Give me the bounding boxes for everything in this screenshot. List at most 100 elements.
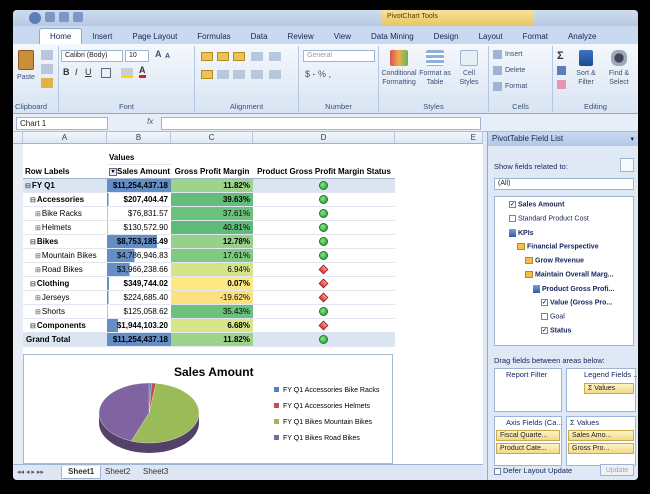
row-label[interactable]: ⊞Helmets (23, 221, 107, 235)
name-box[interactable]: Chart 1 (16, 117, 108, 130)
sales-amount-cell[interactable]: $76,831.57 (107, 207, 171, 221)
kpi-status-cell[interactable] (253, 207, 395, 221)
cut-icon[interactable] (41, 50, 53, 60)
sales-amount-cell[interactable]: $125,058.62 (107, 305, 171, 319)
sales-amount-cell[interactable]: $224,685.40 (107, 291, 171, 305)
sales-amount-cell[interactable]: $3,966,238.66 (107, 263, 171, 277)
sheet-tab-2[interactable]: Sheet2 (99, 466, 136, 479)
expand-icon[interactable]: ⊞ (35, 253, 41, 260)
tab-data-mining[interactable]: Data Mining (361, 29, 424, 44)
legend-item[interactable]: FY Q1 Bikes Road Bikes (274, 435, 379, 442)
gross-profit-margin-cell[interactable]: 6.68% (171, 319, 253, 333)
paste-button[interactable]: Paste (15, 50, 37, 82)
gross-profit-margin-cell[interactable]: 11.82% (171, 179, 253, 193)
expand-icon[interactable]: ⊞ (35, 211, 41, 218)
font-size-select[interactable]: 10 (125, 50, 149, 62)
sheet-tab-3[interactable]: Sheet3 (137, 466, 174, 479)
checkbox-icon[interactable] (541, 313, 548, 320)
sales-amount-cell[interactable]: $8,753,185.49 (107, 235, 171, 249)
kpi-status-cell[interactable] (253, 249, 395, 263)
grow-font-icon[interactable]: A (155, 50, 162, 59)
tab-page-layout[interactable]: Page Layout (122, 29, 187, 44)
expand-icon[interactable]: ⊞ (35, 295, 41, 302)
italic-button[interactable]: I (75, 68, 78, 77)
number-format-select[interactable]: General (303, 50, 375, 62)
row-label[interactable]: ⊟Clothing (23, 277, 107, 291)
clear-icon[interactable] (557, 80, 566, 89)
checkbox-checked-icon[interactable]: ✓ (509, 201, 516, 208)
tab-data[interactable]: Data (241, 29, 278, 44)
folder-icon[interactable] (517, 243, 525, 250)
tab-review[interactable]: Review (278, 29, 324, 44)
sales-amount-cell[interactable]: $130,572.90 (107, 221, 171, 235)
collapse-icon[interactable]: ⊟ (30, 197, 36, 204)
select-all-corner[interactable] (13, 132, 23, 144)
legend-values-chip[interactable]: Σ Values (584, 383, 634, 394)
value-chip-gross-profit[interactable]: Gross Pro... (568, 443, 634, 454)
field-item[interactable]: Grow Revenue (525, 257, 584, 264)
row-label[interactable]: ⊞Shorts (23, 305, 107, 319)
checkbox-checked-icon[interactable]: ✓ (541, 327, 548, 334)
tab-analyze[interactable]: Analyze (558, 29, 606, 44)
defer-checkbox-box[interactable] (494, 467, 501, 475)
sales-amount-cell[interactable]: $1,944,103.20 (107, 319, 171, 333)
gross-profit-margin-cell[interactable]: 37.61% (171, 207, 253, 221)
row-label[interactable]: ⊞Road Bikes (23, 263, 107, 277)
font-name-select[interactable]: Calibri (Body) (61, 50, 123, 62)
tab-scroll-arrows[interactable]: ◂◂ ◂ ▸ ▸▸ (17, 468, 44, 476)
header-sales-amount[interactable]: ▾ Sales Amount (107, 165, 171, 179)
value-chip-sales-amount[interactable]: Sales Amo... (568, 430, 634, 441)
font-color-icon[interactable]: A (139, 66, 146, 78)
row-label[interactable]: ⊞Mountain Bikes (23, 249, 107, 263)
collapse-icon[interactable]: ⊟ (30, 323, 36, 330)
gross-profit-margin-cell[interactable]: 6.94% (171, 263, 253, 277)
underline-button[interactable]: U (85, 68, 92, 77)
folder-icon[interactable] (525, 271, 533, 278)
kpi-status-cell[interactable] (253, 179, 395, 193)
row-label[interactable]: ⊟FY Q1 (23, 179, 107, 193)
row-label[interactable]: Grand Total (23, 333, 107, 347)
indent-icon[interactable] (251, 70, 263, 79)
undo-icon[interactable] (59, 12, 69, 22)
align-left-icon[interactable] (201, 70, 213, 79)
tab-home[interactable]: Home (39, 28, 83, 44)
field-item[interactable]: KPIs (509, 229, 534, 237)
collapse-icon[interactable]: ⊟ (30, 239, 36, 246)
bold-button[interactable]: B (63, 68, 70, 77)
save-icon[interactable] (45, 12, 55, 22)
copy-icon[interactable] (41, 64, 53, 74)
pivot-chart[interactable]: Sales Amount FY Q1 Accessories Bike Rack… (23, 354, 393, 464)
kpi-status-cell[interactable] (253, 221, 395, 235)
format-as-table-button[interactable]: Format as Table (419, 50, 451, 87)
row-label[interactable]: ⊟Components (23, 319, 107, 333)
worksheet-grid[interactable]: A B C D E Values Row Labels ▾ Sales Amoun… (13, 132, 483, 464)
redo-icon[interactable] (73, 12, 83, 22)
collapse-icon[interactable]: ⊟ (25, 183, 31, 190)
axis-chip-product-category[interactable]: Product Cate... (496, 443, 560, 454)
kpi-status-cell[interactable] (253, 333, 395, 347)
office-button-icon[interactable] (29, 12, 41, 24)
show-fields-select[interactable]: (All) (494, 178, 634, 190)
tab-formulas[interactable]: Formulas (187, 29, 240, 44)
kpi-status-cell[interactable] (253, 319, 395, 333)
formula-input[interactable] (161, 117, 481, 130)
filter-dropdown-icon[interactable]: ▾ (109, 167, 117, 176)
fx-icon[interactable]: fx (147, 117, 153, 126)
field-item[interactable]: ✓ Value (Gross Pro... (541, 299, 612, 306)
column-header-d[interactable]: D (253, 132, 395, 144)
header-kpi-status[interactable]: Product Gross Profit Margin Status (253, 165, 395, 179)
sales-amount-cell[interactable]: $11,254,437.18 (107, 333, 171, 347)
column-header-c[interactable]: C (171, 132, 253, 144)
tab-layout[interactable]: Layout (469, 29, 513, 44)
kpi-status-cell[interactable] (253, 305, 395, 319)
sales-amount-cell[interactable]: $4,786,946.83 (107, 249, 171, 263)
row-label[interactable]: ⊟Accessories (23, 193, 107, 207)
field-item[interactable]: Financial Perspective (517, 243, 599, 250)
collapse-icon[interactable]: ⊟ (30, 281, 36, 288)
gross-profit-margin-cell[interactable]: 12.78% (171, 235, 253, 249)
align-right-icon[interactable] (233, 70, 245, 79)
gross-profit-margin-cell[interactable]: 17.61% (171, 249, 253, 263)
align-middle-icon[interactable] (217, 52, 229, 61)
field-item[interactable]: Maintain Overall Marg... (525, 271, 614, 278)
field-item[interactable]: Goal (541, 313, 565, 320)
